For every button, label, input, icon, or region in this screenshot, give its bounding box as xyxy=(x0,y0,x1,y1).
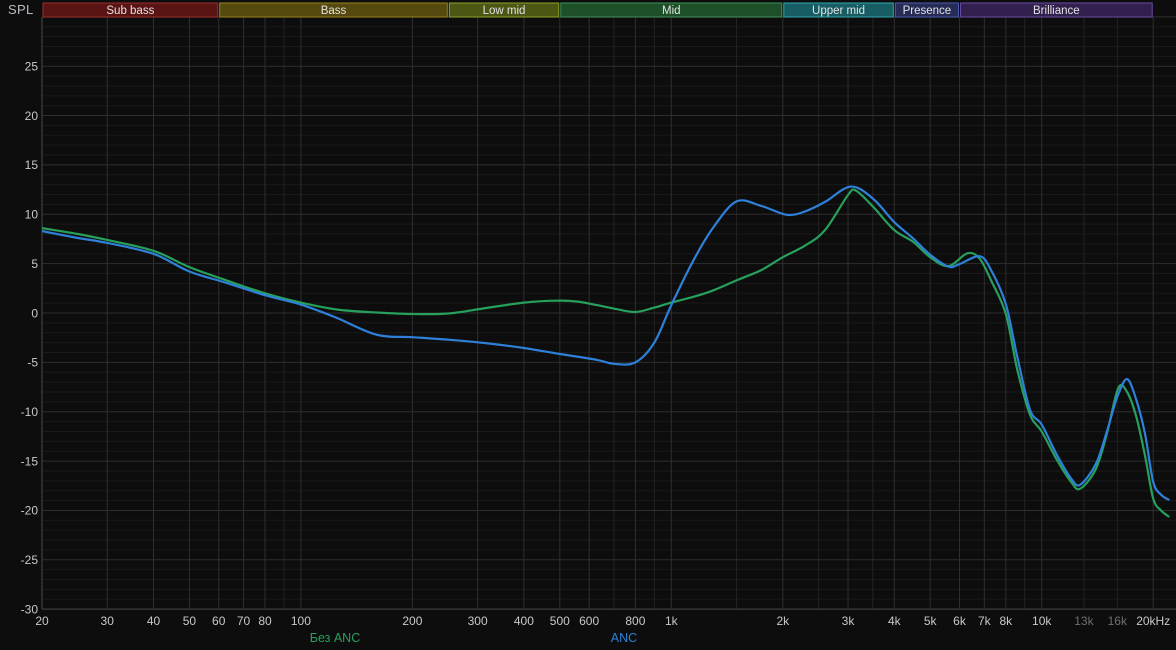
x-tick-label: 20kHz xyxy=(1136,614,1170,628)
y-tick-label: 15 xyxy=(25,158,39,172)
legend-item-anc[interactable]: ANC xyxy=(611,631,637,645)
x-tick-label: 4k xyxy=(888,614,902,628)
y-tick-label: 25 xyxy=(25,60,39,74)
x-tick-label: 40 xyxy=(147,614,161,628)
spl-axis-label: SPL xyxy=(8,2,34,17)
x-tick-label: 10k xyxy=(1032,614,1052,628)
x-tick-label: 800 xyxy=(625,614,645,628)
band-label-sub-bass: Sub bass xyxy=(106,5,154,17)
frequency-response-chart: Sub bass Bass Low mid Mid Upper mid Presence B… xyxy=(0,0,1176,650)
y-tick-label: -10 xyxy=(21,405,39,419)
x-tick-label: 500 xyxy=(550,614,570,628)
x-tick-label: 60 xyxy=(212,614,226,628)
x-tick-label: 16k xyxy=(1108,614,1128,628)
legend-item-no-anc[interactable]: Без ANC xyxy=(310,631,360,645)
band-label-presence: Presence xyxy=(903,5,952,17)
fr-plot[interactable]: Sub bass Bass Low mid Mid Upper mid Presence B… xyxy=(0,0,1176,650)
band-label-low-mid: Low mid xyxy=(483,5,526,17)
band-label-bass: Bass xyxy=(321,5,347,17)
y-tick-label: 5 xyxy=(31,257,38,271)
x-tick-label: 100 xyxy=(291,614,311,628)
y-tick-label: -25 xyxy=(21,553,39,567)
plot-background[interactable] xyxy=(0,0,1176,650)
y-tick-label: 0 xyxy=(31,306,38,320)
y-tick-label: -5 xyxy=(27,356,38,370)
x-tick-label: 2k xyxy=(776,614,790,628)
x-tick-label: 30 xyxy=(101,614,115,628)
x-tick-label: 600 xyxy=(579,614,599,628)
y-tick-label: 20 xyxy=(25,109,39,123)
x-tick-label: 3k xyxy=(842,614,856,628)
y-tick-label: -15 xyxy=(21,454,39,468)
x-tick-label: 80 xyxy=(258,614,272,628)
x-tick-label: 50 xyxy=(183,614,197,628)
band-label-mid: Mid xyxy=(662,5,681,17)
x-tick-label: 200 xyxy=(402,614,422,628)
x-tick-label: 300 xyxy=(468,614,488,628)
x-tick-label: 13k xyxy=(1074,614,1094,628)
x-tick-label: 7k xyxy=(978,614,992,628)
x-tick-label: 20 xyxy=(35,614,49,628)
x-tick-label: 8k xyxy=(999,614,1013,628)
band-label-upper-mid: Upper mid xyxy=(812,5,865,17)
x-tick-label: 6k xyxy=(953,614,967,628)
x-tick-label: 400 xyxy=(514,614,534,628)
y-tick-label: -20 xyxy=(21,504,39,518)
x-tick-label: 70 xyxy=(237,614,251,628)
y-tick-label: 10 xyxy=(25,208,39,222)
x-tick-label: 5k xyxy=(924,614,938,628)
band-label-brilliance: Brilliance xyxy=(1033,5,1080,17)
x-tick-label: 1k xyxy=(665,614,679,628)
